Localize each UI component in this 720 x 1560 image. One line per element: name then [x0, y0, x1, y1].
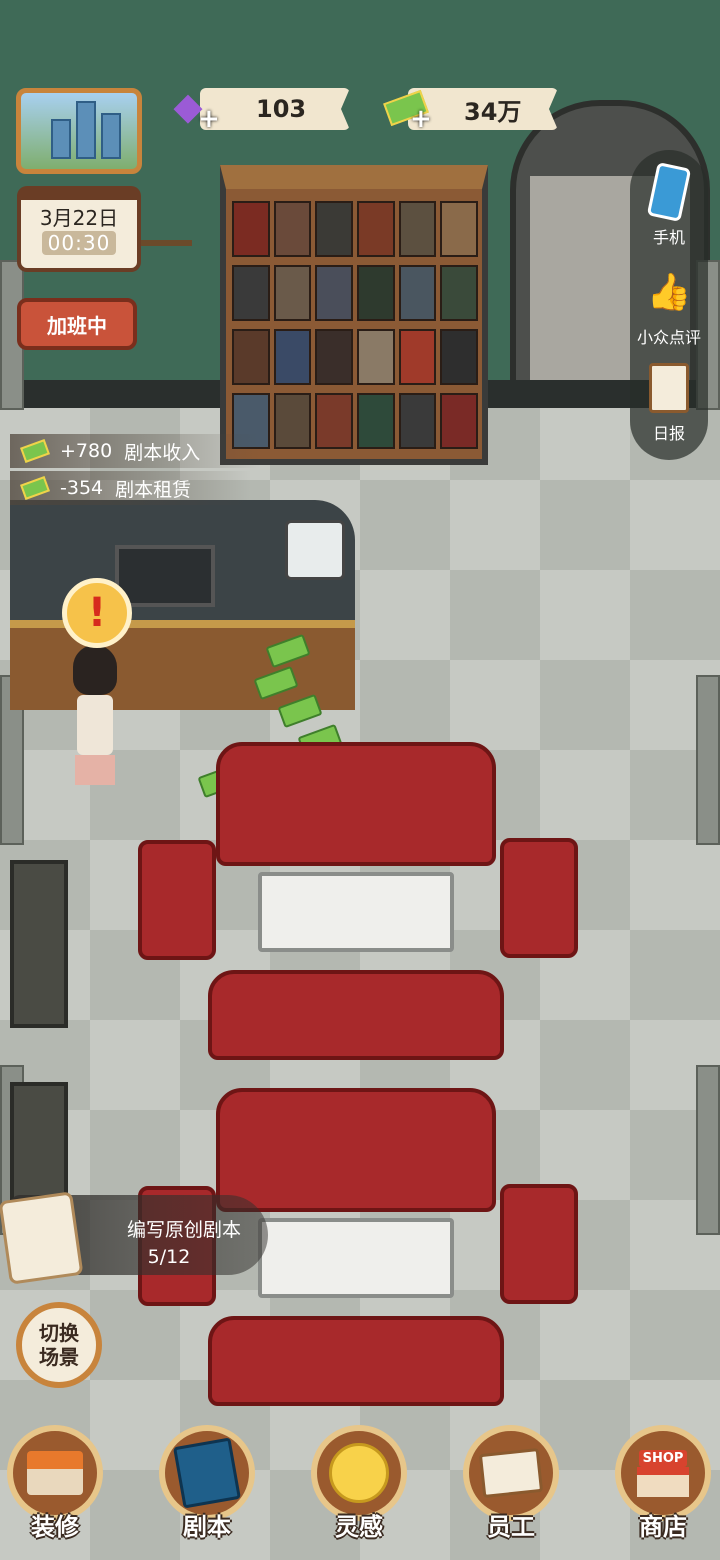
- nav-label: 员工: [487, 1513, 535, 1541]
- staff-character[interactable]: [70, 645, 120, 805]
- calendar-date: 3月22日: [39, 206, 119, 230]
- nav-inspiration[interactable]: 灵感: [304, 1415, 414, 1560]
- nav-shop[interactable]: SHOP 商店: [608, 1415, 718, 1560]
- expense-label: 剧本租赁: [115, 478, 192, 501]
- side-menu-daily-report[interactable]: 日报: [630, 360, 708, 444]
- nav-staff[interactable]: 员工: [456, 1415, 566, 1560]
- red-sofa[interactable]: [208, 970, 504, 1060]
- gem-counter[interactable]: 103: [200, 88, 350, 130]
- bottom-nav: 装修 剧本 灵感 员工 SHOP 商店: [0, 1415, 720, 1560]
- overtime-label: 加班中: [47, 313, 107, 338]
- computer-monitor: [115, 545, 215, 607]
- side-menu-label: 小众点评: [636, 328, 701, 347]
- red-armchair[interactable]: [500, 1184, 578, 1304]
- quest-progress: 5/12: [147, 1246, 191, 1268]
- city-map-thumbnail[interactable]: [16, 88, 142, 174]
- script-bookcase[interactable]: [220, 165, 488, 465]
- scroll-quill-icon: [0, 1191, 84, 1285]
- nav-label: 装修: [31, 1513, 79, 1541]
- right-pillar: [696, 675, 720, 845]
- counter-front: [10, 620, 355, 710]
- side-menu-label: 日报: [652, 424, 685, 443]
- income-log-entry: -354 剧本租赁: [10, 471, 252, 505]
- cash-icon: [20, 476, 50, 500]
- nav-scripts[interactable]: 剧本: [152, 1415, 262, 1560]
- coffee-table: [258, 872, 454, 952]
- overtime-status-button[interactable]: 加班中: [17, 298, 137, 350]
- switch-scene-label: 切换: [39, 1321, 79, 1345]
- quest-title: 编写原创剧本: [126, 1219, 241, 1241]
- side-menu: 手机 👍 小众点评 日报: [630, 150, 708, 460]
- right-pillar: [696, 1065, 720, 1235]
- add-cash-button[interactable]: +: [410, 104, 432, 134]
- nav-label: 灵感: [335, 1513, 383, 1541]
- gem-count: 103: [256, 95, 307, 123]
- calendar-clock: 3月22日 00:30: [17, 186, 141, 272]
- red-sofa[interactable]: [208, 1316, 504, 1406]
- income-label: 剧本收入: [124, 441, 201, 464]
- nav-label: 商店: [639, 1513, 687, 1541]
- alert-bubble-icon[interactable]: !: [62, 578, 132, 648]
- cash-register: [285, 520, 345, 580]
- switch-scene-label: 场景: [39, 1345, 79, 1369]
- income-amount: +780: [60, 440, 113, 462]
- side-menu-reviews[interactable]: 👍 小众点评: [630, 264, 708, 348]
- thumbs-up-icon: 👍: [646, 272, 692, 313]
- snack-shelf[interactable]: [10, 1082, 68, 1202]
- add-gems-button[interactable]: +: [198, 104, 220, 134]
- cash-count: 34万: [464, 97, 522, 126]
- switch-scene-button[interactable]: 切换 场景: [16, 1302, 102, 1388]
- nav-label: 剧本: [183, 1513, 231, 1541]
- clipboard-icon: [646, 360, 692, 416]
- shop-sign: SHOP: [638, 1449, 688, 1467]
- side-menu-label: 手机: [652, 228, 685, 247]
- wall-mini-shelf: [140, 190, 192, 246]
- income-log-entry: +780 剧本收入: [10, 434, 261, 468]
- red-armchair[interactable]: [138, 840, 216, 960]
- nav-decorate[interactable]: 装修: [0, 1415, 110, 1560]
- cash-icon: [20, 439, 50, 463]
- red-sofa[interactable]: [216, 1088, 496, 1212]
- side-menu-phone[interactable]: 手机: [630, 162, 708, 248]
- alert-mark: !: [87, 590, 107, 636]
- red-sofa[interactable]: [216, 742, 496, 866]
- calendar-time: 00:30: [41, 231, 117, 255]
- red-armchair[interactable]: [500, 838, 578, 958]
- snack-shelf[interactable]: [10, 860, 68, 1028]
- expense-amount: -354: [60, 477, 104, 499]
- phone-icon: [646, 162, 692, 222]
- coffee-table: [258, 1218, 454, 1298]
